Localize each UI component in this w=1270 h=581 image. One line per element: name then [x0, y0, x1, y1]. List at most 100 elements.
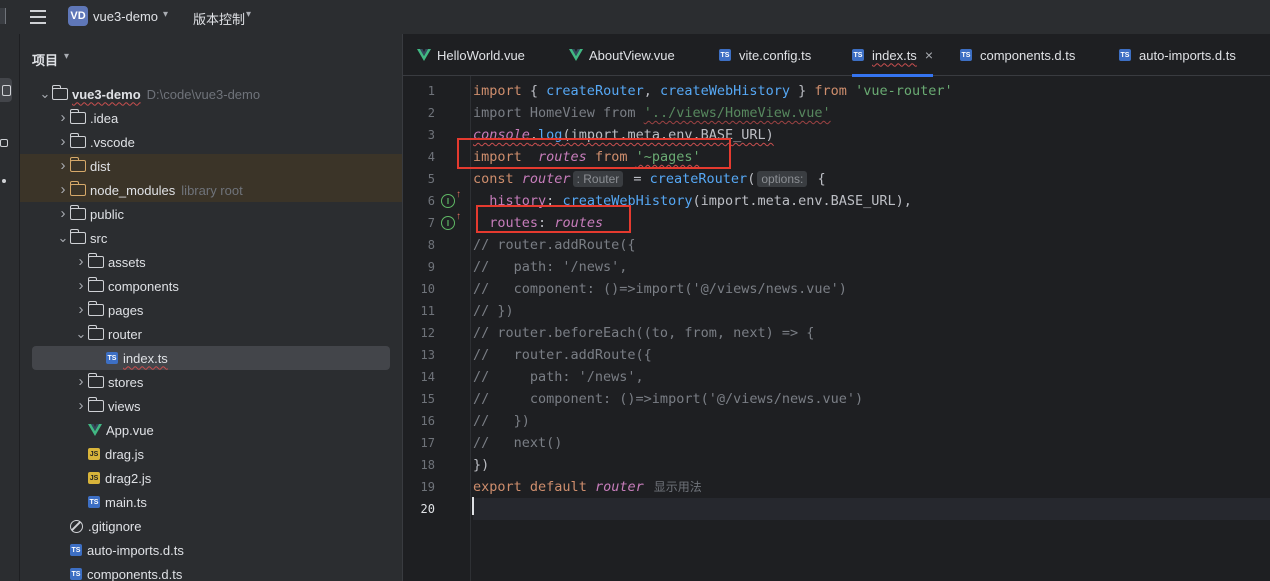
code-line[interactable]: // component: ()=>import('@/views/news.v… [473, 278, 1270, 300]
chevron-down-icon[interactable]: ▾ [163, 9, 168, 20]
line-number[interactable]: 19 [403, 476, 435, 498]
chevron-down-icon[interactable]: ▾ [246, 9, 251, 20]
tree-item-node-modules[interactable]: › node_modules library root [20, 178, 402, 202]
tree-item-views[interactable]: › views [20, 394, 402, 418]
code-line[interactable]: // }) [473, 410, 1270, 432]
usage-hint[interactable]: 显示用法 [654, 480, 702, 494]
chevron-down-icon[interactable]: ⌄ [38, 87, 52, 100]
code-line[interactable]: }) [473, 454, 1270, 476]
line-number[interactable]: 12 [403, 322, 435, 344]
tree-item-assets[interactable]: › assets [20, 250, 402, 274]
tree-item-dist[interactable]: › dist [20, 154, 402, 178]
line-number[interactable]: 11 [403, 300, 435, 322]
code-line[interactable]: const router: Router = createRouter(opti… [473, 168, 1270, 190]
line-number[interactable]: 3 [403, 124, 435, 146]
line-number[interactable]: 9 [403, 256, 435, 278]
line-number[interactable]: 16 [403, 410, 435, 432]
tree-item-label: stores [108, 374, 144, 390]
chevron-right-icon[interactable]: › [56, 134, 70, 149]
tab-label: AboutView.vue [589, 47, 675, 63]
project-badge[interactable]: VD [68, 6, 88, 26]
tree-item-label: components [108, 278, 179, 294]
chevron-right-icon[interactable]: › [74, 302, 88, 317]
code-line[interactable]: // path: '/news', [473, 366, 1270, 388]
tree-item-stores[interactable]: › stores [20, 370, 402, 394]
project-tool-icon[interactable] [0, 78, 12, 102]
line-number[interactable]: 7 [403, 212, 435, 234]
tab-vite-config-ts[interactable]: TS vite.config.ts [719, 34, 811, 76]
tree-item-auto-imports-d-ts[interactable]: TS auto-imports.d.ts [20, 538, 402, 562]
tree-item-index-ts[interactable]: TS index.ts [32, 346, 390, 370]
implements-icon[interactable]: I [441, 189, 461, 208]
line-number[interactable]: 18 [403, 454, 435, 476]
vcs-menu[interactable]: 版本控制 [193, 9, 245, 28]
code-line[interactable]: // next() [473, 432, 1270, 454]
line-number[interactable]: 6 [403, 190, 435, 212]
tree-item-vscode[interactable]: › .vscode [20, 130, 402, 154]
panel-title[interactable]: 项目 [32, 50, 58, 69]
chevron-right-icon[interactable]: › [74, 254, 88, 269]
tree-item-drag-js[interactable]: JS drag.js [20, 442, 402, 466]
tab-auto-imports-d-ts[interactable]: TS auto-imports.d.ts [1119, 34, 1236, 76]
line-number[interactable]: 2 [403, 102, 435, 124]
chevron-right-icon[interactable]: › [74, 278, 88, 293]
line-number[interactable]: 14 [403, 366, 435, 388]
tree-item-src[interactable]: ⌄ src [20, 226, 402, 250]
tree-item-pages[interactable]: › pages [20, 298, 402, 322]
typescript-file-icon: TS [70, 544, 82, 556]
tree-item-components-d-ts[interactable]: TS components.d.ts [20, 562, 402, 581]
tree-item-public[interactable]: › public [20, 202, 402, 226]
chevron-right-icon[interactable]: › [56, 206, 70, 221]
main-menu-button[interactable] [26, 6, 50, 28]
tab-index-ts[interactable]: TS index.ts × [852, 34, 933, 77]
chevron-right-icon[interactable]: › [56, 182, 70, 197]
code-line[interactable]: // router.addRoute({ [473, 234, 1270, 256]
line-number[interactable]: 15 [403, 388, 435, 410]
line-number[interactable]: 4 [403, 146, 435, 168]
chevron-down-icon[interactable]: ▾ [64, 51, 69, 62]
tree-item-label: .gitignore [88, 518, 142, 534]
chevron-down-icon[interactable]: ⌄ [56, 231, 70, 244]
code-line[interactable]: // router.beforeEach((to, from, next) =>… [473, 322, 1270, 344]
line-number[interactable]: 20 [403, 498, 435, 520]
tree-item-vue3-demo[interactable]: ⌄ vue3-demo D:\code\vue3-demo [20, 82, 402, 106]
project-selector[interactable]: vue3-demo [93, 9, 158, 24]
code-line[interactable]: import { createRouter, createWebHistory … [473, 80, 1270, 102]
code-line[interactable]: export default router 显示用法 [473, 476, 1270, 498]
code-line[interactable]: // }) [473, 300, 1270, 322]
line-number[interactable]: 10 [403, 278, 435, 300]
code-line[interactable]: // path: '/news', [473, 256, 1270, 278]
close-icon[interactable]: × [925, 47, 933, 63]
current-code-line[interactable] [473, 498, 1270, 520]
line-number[interactable]: 13 [403, 344, 435, 366]
code-line[interactable]: // router.addRoute({ [473, 344, 1270, 366]
highlight-box-routes-option [476, 205, 631, 233]
tab-helloworld-vue[interactable]: HelloWorld.vue [417, 34, 525, 76]
tree-item-main-ts[interactable]: TS main.ts [20, 490, 402, 514]
code-line[interactable]: import HomeView from '../views/HomeView.… [473, 102, 1270, 124]
implements-icon[interactable]: I [441, 211, 461, 230]
tab-aboutview-vue[interactable]: AboutView.vue [569, 34, 675, 76]
chevron-right-icon[interactable]: › [56, 158, 70, 173]
chevron-down-icon[interactable]: ⌄ [74, 327, 88, 340]
code-line[interactable]: // component: ()=>import('@/views/news.v… [473, 388, 1270, 410]
line-number[interactable]: 17 [403, 432, 435, 454]
tree-item-label: .idea [90, 110, 119, 126]
more-tools-icon[interactable] [2, 179, 6, 183]
tree-item-app-vue[interactable]: App.vue [20, 418, 402, 442]
tab-components-d-ts[interactable]: TS components.d.ts [960, 34, 1075, 76]
chevron-right-icon[interactable]: › [74, 398, 88, 413]
chevron-right-icon[interactable]: › [56, 110, 70, 125]
tree-item-components[interactable]: › components [20, 274, 402, 298]
tree-item-router[interactable]: ⌄ router [20, 322, 402, 346]
line-number[interactable]: 1 [403, 80, 435, 102]
line-number[interactable]: 5 [403, 168, 435, 190]
tree-item-label: pages [108, 302, 144, 318]
folder-icon [70, 133, 86, 148]
tree-item-gitignore[interactable]: .gitignore [20, 514, 402, 538]
line-number[interactable]: 8 [403, 234, 435, 256]
tree-item-drag2-js[interactable]: JS drag2.js [20, 466, 402, 490]
tree-item-idea[interactable]: › .idea [20, 106, 402, 130]
chevron-right-icon[interactable]: › [74, 374, 88, 389]
structure-tool-icon[interactable] [0, 139, 8, 147]
